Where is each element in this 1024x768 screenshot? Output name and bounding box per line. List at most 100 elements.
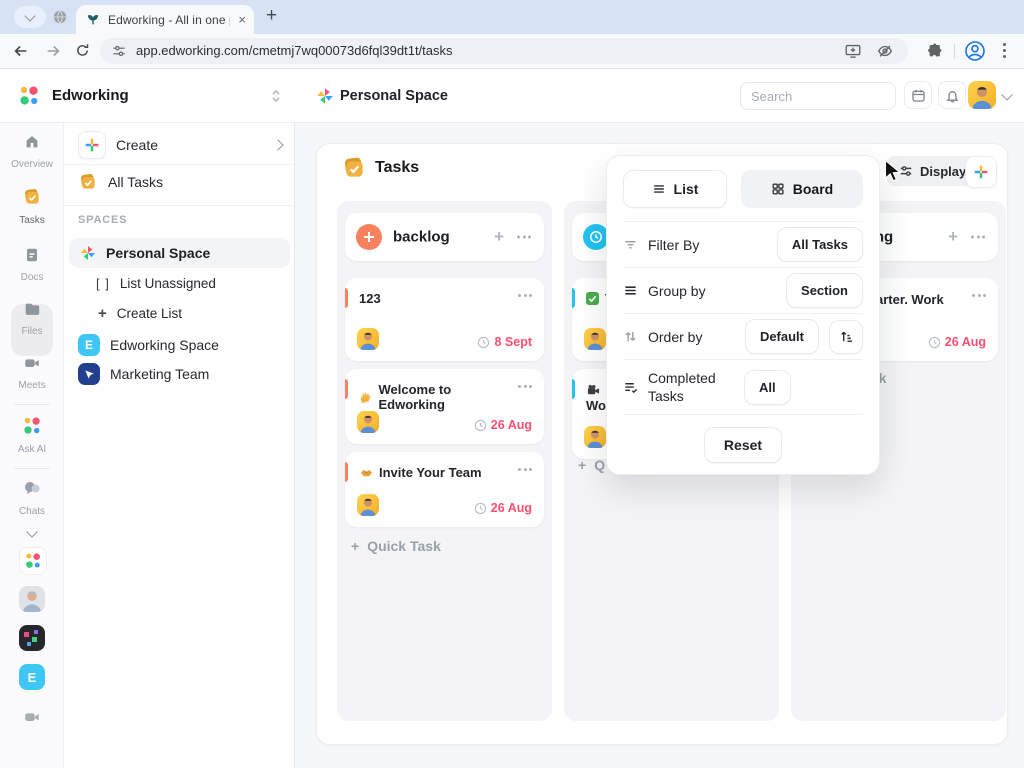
- priority-accent: [345, 379, 348, 399]
- browser-tab[interactable]: Edworking - All in one platfo ×: [76, 5, 254, 34]
- browser-menu-icon[interactable]: [1003, 43, 1006, 58]
- browser-toolbar: app.edworking.com/cmetmj7wq00073d6fql39d…: [0, 34, 1024, 69]
- collapse-sidebar-icon[interactable]: [270, 88, 282, 104]
- plus-icon: +: [351, 538, 359, 554]
- rail-divider: [14, 404, 50, 405]
- group-value-button[interactable]: Section: [786, 273, 863, 308]
- edworking-favicon: [86, 13, 100, 27]
- tasks-icon: [78, 172, 98, 192]
- brand-name: Edworking: [52, 69, 129, 123]
- tab-search-chevron-button[interactable]: [14, 6, 46, 28]
- folder-icon: [23, 300, 41, 318]
- board-grid-icon: [771, 182, 785, 196]
- home-icon: [23, 133, 41, 151]
- column-menu-icon[interactable]: [971, 236, 985, 239]
- task-card[interactable]: 123 8 Sept: [345, 278, 544, 361]
- all-tasks-item[interactable]: All Tasks: [78, 172, 282, 192]
- filter-value-button[interactable]: All Tasks: [777, 227, 863, 262]
- colorful-plus-icon: [78, 131, 106, 159]
- clock-icon: [474, 419, 487, 432]
- filter-icon: [623, 237, 638, 252]
- forward-icon[interactable]: [44, 42, 62, 60]
- nav-meets[interactable]: Meets: [0, 354, 64, 391]
- marketing-team-icon: [78, 363, 100, 385]
- add-card-icon[interactable]: +: [494, 227, 504, 247]
- install-app-icon[interactable]: [844, 42, 862, 60]
- sidebar-item-edworking-space[interactable]: E Edworking Space: [78, 334, 219, 356]
- extensions-puzzle-icon[interactable]: [926, 42, 944, 60]
- priority-accent: [572, 288, 575, 308]
- personal-space-icon: [315, 86, 335, 106]
- nav-overview[interactable]: Overview: [0, 133, 64, 170]
- eye-slash-icon[interactable]: [876, 42, 894, 60]
- plus-icon: +: [578, 457, 586, 473]
- search-input[interactable]: [740, 82, 896, 110]
- notifications-button[interactable]: [938, 81, 966, 109]
- column-name: backlog: [393, 229, 450, 246]
- add-task-button[interactable]: [965, 156, 997, 188]
- rail-chevron-down-icon[interactable]: [26, 526, 37, 537]
- edworking-logo: [18, 85, 40, 107]
- card-menu-icon[interactable]: [518, 385, 532, 388]
- sidebar-item-personal-space[interactable]: Personal Space: [69, 238, 290, 268]
- quick-task-button[interactable]: + Quick Task: [351, 538, 441, 554]
- task-card[interactable]: Welcome to Edworking 26 Aug: [345, 369, 544, 444]
- nav-chats[interactable]: Chats: [0, 478, 64, 517]
- chevron-right-icon: [272, 139, 283, 150]
- list-lines-icon: [652, 182, 666, 196]
- sort-ascending-icon: [839, 329, 854, 344]
- view-board-button[interactable]: Board: [741, 170, 863, 208]
- column-header[interactable]: backlog +: [345, 213, 544, 261]
- rail-divider: [14, 468, 50, 469]
- camera-rail-icon[interactable]: [23, 708, 41, 726]
- tab-close-icon[interactable]: ×: [238, 13, 246, 26]
- personal-space-icon: [79, 244, 97, 262]
- sidebar-item-list-unassigned[interactable]: [ ] List Unassigned: [96, 276, 216, 291]
- sidebar-item-marketing-team[interactable]: Marketing Team: [78, 363, 209, 385]
- column-plus-circle-icon[interactable]: [356, 224, 382, 250]
- nav-ask-ai[interactable]: Ask AI: [0, 416, 64, 455]
- assignee-avatar: [357, 494, 379, 516]
- member-avatar-dark[interactable]: [19, 625, 45, 651]
- profile-icon[interactable]: [964, 40, 986, 62]
- colorful-plus-icon: [973, 164, 989, 180]
- priority-accent: [345, 462, 348, 482]
- column-menu-icon[interactable]: [517, 236, 531, 239]
- create-button[interactable]: Create: [78, 131, 282, 159]
- sort-direction-button[interactable]: [829, 320, 863, 354]
- card-menu-icon[interactable]: [972, 294, 986, 297]
- space-sidebar: Create All Tasks SPACES Personal Space […: [64, 123, 295, 768]
- member-avatar[interactable]: [19, 586, 45, 612]
- nav-tasks[interactable]: Tasks: [0, 187, 64, 226]
- completed-value-button[interactable]: All: [744, 370, 791, 405]
- nav-files[interactable]: Files: [0, 300, 64, 337]
- order-value-button[interactable]: Default: [745, 319, 819, 354]
- assignee-avatar: [584, 426, 606, 448]
- group-lines-icon: [623, 283, 638, 298]
- new-tab-button[interactable]: +: [266, 5, 277, 27]
- back-icon[interactable]: [12, 42, 30, 60]
- quick-task-button[interactable]: + Q: [578, 457, 605, 473]
- nav-docs[interactable]: Docs: [0, 246, 64, 283]
- card-menu-icon[interactable]: [518, 294, 532, 297]
- calendar-button[interactable]: [904, 81, 932, 109]
- url-text: app.edworking.com/cmetmj7wq00073d6fql39d…: [136, 38, 453, 64]
- calendar-icon: [910, 87, 927, 104]
- reload-icon[interactable]: [74, 42, 91, 59]
- task-card[interactable]: Invite Your Team 26 Aug: [345, 452, 544, 527]
- profile-chevron-down-icon[interactable]: [1001, 89, 1012, 100]
- browser-tab-strip: Edworking - All in one platfo × +: [0, 0, 1024, 34]
- workspace-avatar-edworking[interactable]: [19, 547, 47, 575]
- assignee-avatar: [584, 328, 606, 350]
- add-card-icon[interactable]: +: [948, 227, 958, 247]
- url-bar[interactable]: app.edworking.com/cmetmj7wq00073d6fql39d…: [100, 38, 908, 64]
- view-list-button[interactable]: List: [623, 170, 727, 208]
- reset-button[interactable]: Reset: [704, 427, 782, 463]
- movie-camera-icon: [586, 383, 600, 397]
- due-date: 26 Aug: [945, 335, 986, 349]
- workspace-avatar-e[interactable]: E: [19, 664, 45, 690]
- card-menu-icon[interactable]: [518, 468, 532, 471]
- site-controls-icon[interactable]: [111, 43, 127, 59]
- user-avatar[interactable]: [968, 81, 996, 109]
- sidebar-item-create-list[interactable]: + Create List: [98, 305, 182, 322]
